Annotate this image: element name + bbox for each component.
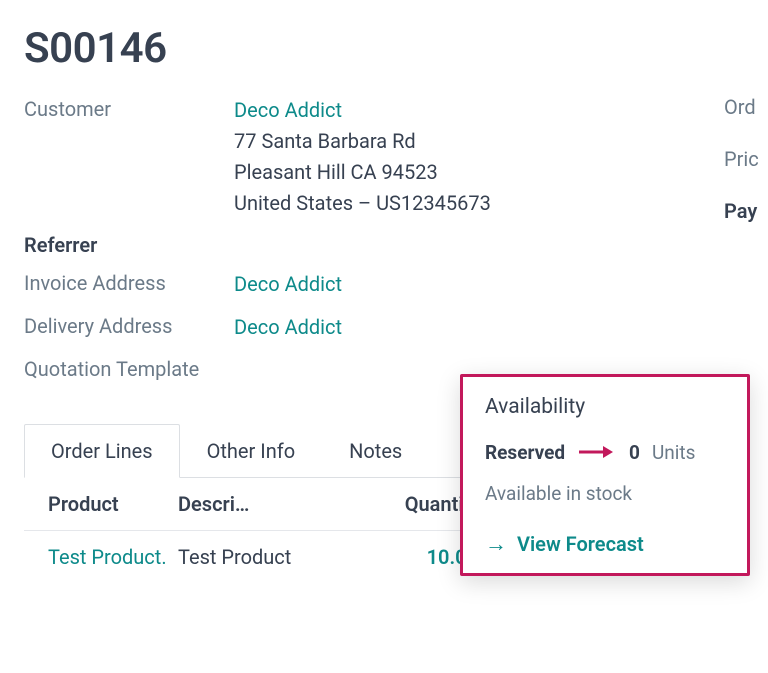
invoice-address-link[interactable]: Deco Addict [234,272,342,296]
referrer-label: Referrer [24,231,234,257]
customer-address-line3: United States – US12345673 [234,191,491,215]
row-product[interactable]: Test Product. [48,545,178,570]
reserved-unit: Units [652,441,695,464]
popover-subtext: Available in stock [485,482,725,505]
customer-address-line2: Pleasant Hill CA 94523 [234,160,438,184]
customer-label: Customer [24,95,234,121]
right-label-pric: Pric [724,147,768,171]
row-description: Test Product [178,545,348,570]
view-forecast-label: View Forecast [517,532,644,556]
reserved-label: Reserved [485,441,565,464]
order-number: S00146 [24,24,744,73]
right-label-pay: Pay [724,199,768,223]
tab-other-info[interactable]: Other Info [180,424,323,478]
delivery-address-link[interactable]: Deco Addict [234,315,342,339]
customer-link[interactable]: Deco Addict [234,98,342,122]
arrow-right-icon: → [485,531,507,557]
col-quantity: Quanti… [348,492,478,516]
col-description: Descri… [178,492,348,516]
col-product: Product [48,492,178,516]
tab-notes[interactable]: Notes [322,424,429,478]
row-quantity[interactable]: 10.00 [348,545,478,570]
invoice-address-label: Invoice Address [24,269,234,295]
delivery-address-label: Delivery Address [24,312,234,338]
right-label-ord: Ord [724,95,768,119]
popover-title: Availability [485,395,725,419]
view-forecast-button[interactable]: → View Forecast [463,517,747,573]
customer-address-line1: 77 Santa Barbara Rd [234,129,416,153]
reserved-qty: 0 [629,441,640,464]
tab-order-lines[interactable]: Order Lines [24,424,180,478]
arrow-right-icon [577,441,613,464]
quotation-template-label: Quotation Template [24,355,234,381]
availability-popover: Availability Reserved 0 Units Available … [460,374,750,576]
